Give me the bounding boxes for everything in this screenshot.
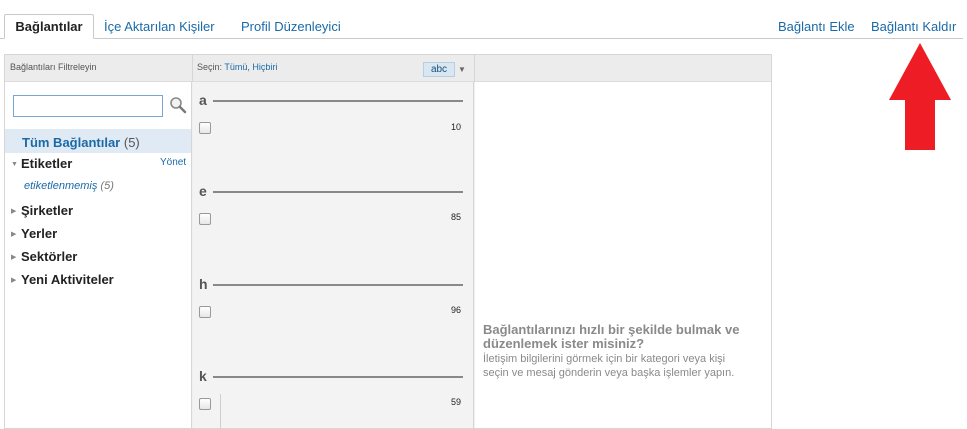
all-connections-count: (5) — [123, 135, 140, 150]
tab-imported-contacts[interactable]: İçe Aktarılan Kişiler — [104, 19, 215, 35]
select-all-link[interactable]: Tümü — [224, 62, 247, 72]
triangle-right-icon: ▶ — [11, 208, 17, 215]
group-count: 85 — [450, 212, 461, 222]
locations-label: Yerler — [21, 226, 58, 241]
tree-item-recent-activity[interactable]: ▶ Yeni Aktiviteler — [11, 272, 114, 287]
letter-divider — [213, 376, 463, 378]
letter-divider — [213, 191, 463, 193]
tree-item-tags[interactable]: ▼ Etiketler — [11, 156, 72, 171]
untagged-label: etiketlenmemiş — [24, 180, 98, 192]
tab-profile-organizer[interactable]: Profil Düzenleyici — [241, 19, 341, 35]
all-connections-row[interactable]: Tüm Bağlantılar (5) — [5, 129, 191, 153]
tree-item-companies[interactable]: ▶ Şirketler — [11, 203, 73, 218]
group-count: 59 — [450, 397, 461, 407]
triangle-right-icon: ▶ — [11, 231, 17, 238]
help-title: Bağlantılarınızı hızlı bir şekilde bulma… — [483, 322, 740, 351]
all-connections-label: Tüm Bağlantılar (5) — [22, 135, 140, 150]
group-checkbox[interactable] — [199, 122, 211, 134]
remove-connection-link[interactable]: Bağlantı Kaldır — [871, 19, 956, 35]
all-connections-text: Tüm Bağlantılar — [22, 135, 121, 150]
companies-label: Şirketler — [21, 203, 74, 218]
select-bar: Seçin: Tümü, Hiçbiri — [197, 62, 277, 72]
row-divider — [220, 394, 221, 428]
panel-header: Bağlantıları Filtreleyin Seçin: Tümü, Hi… — [5, 55, 771, 82]
tree-item-industries[interactable]: ▶ Sektörler — [11, 249, 77, 264]
letter-divider — [213, 284, 463, 286]
filter-title: Bağlantıları Filtreleyin — [10, 62, 97, 72]
triangle-right-icon: ▶ — [11, 277, 17, 284]
filter-sidebar: Tüm Bağlantılar (5) ▼ Etiketler Yönet eti… — [5, 82, 192, 428]
add-connection-link[interactable]: Bağlantı Ekle — [778, 19, 855, 35]
tree-item-untagged[interactable]: etiketlenmemiş (5) — [24, 180, 114, 192]
tab-baseline — [0, 38, 963, 39]
header-divider — [474, 55, 475, 82]
group-checkbox[interactable] — [199, 398, 211, 410]
connections-panel: Bağlantıları Filtreleyin Seçin: Tümü, Hi… — [4, 54, 772, 429]
connections-list: a 10 e 85 h 96 k 59 — [193, 82, 474, 428]
tags-label: Etiketler — [21, 156, 73, 171]
tab-connections[interactable]: Bağlantılar — [4, 14, 94, 39]
letter-heading: e — [199, 183, 207, 199]
triangle-down-icon: ▼ — [11, 161, 18, 168]
detail-pane: Bağlantılarınızı hızlı bir şekilde bulma… — [475, 82, 771, 428]
letter-heading: a — [199, 92, 207, 108]
sort-button[interactable]: abc — [423, 62, 455, 77]
search-icon[interactable] — [169, 96, 187, 114]
select-none-link[interactable]: Hiçbiri — [252, 62, 277, 72]
letter-divider — [213, 100, 463, 102]
untagged-count: (5) — [100, 180, 114, 192]
industries-label: Sektörler — [21, 249, 78, 264]
group-checkbox[interactable] — [199, 213, 211, 225]
letter-heading: k — [199, 368, 207, 384]
chevron-down-icon[interactable]: ▼ — [456, 62, 468, 77]
manage-tags-link[interactable]: Yönet — [160, 157, 186, 168]
group-checkbox[interactable] — [199, 306, 211, 318]
top-tab-bar: Bağlantılar İçe Aktarılan Kişiler Profil… — [0, 0, 967, 40]
red-arrow-annotation — [889, 43, 951, 150]
recent-activity-label: Yeni Aktiviteler — [21, 272, 114, 287]
tree-item-locations[interactable]: ▶ Yerler — [11, 226, 57, 241]
header-divider — [192, 55, 193, 82]
letter-heading: h — [199, 276, 208, 292]
search-input[interactable] — [13, 95, 163, 117]
group-count: 10 — [450, 122, 461, 132]
group-count: 96 — [450, 305, 461, 315]
help-text: İletişim bilgilerini görmek için bir kat… — [483, 353, 735, 379]
select-label: Seçin: — [197, 62, 223, 72]
triangle-right-icon: ▶ — [11, 254, 17, 261]
